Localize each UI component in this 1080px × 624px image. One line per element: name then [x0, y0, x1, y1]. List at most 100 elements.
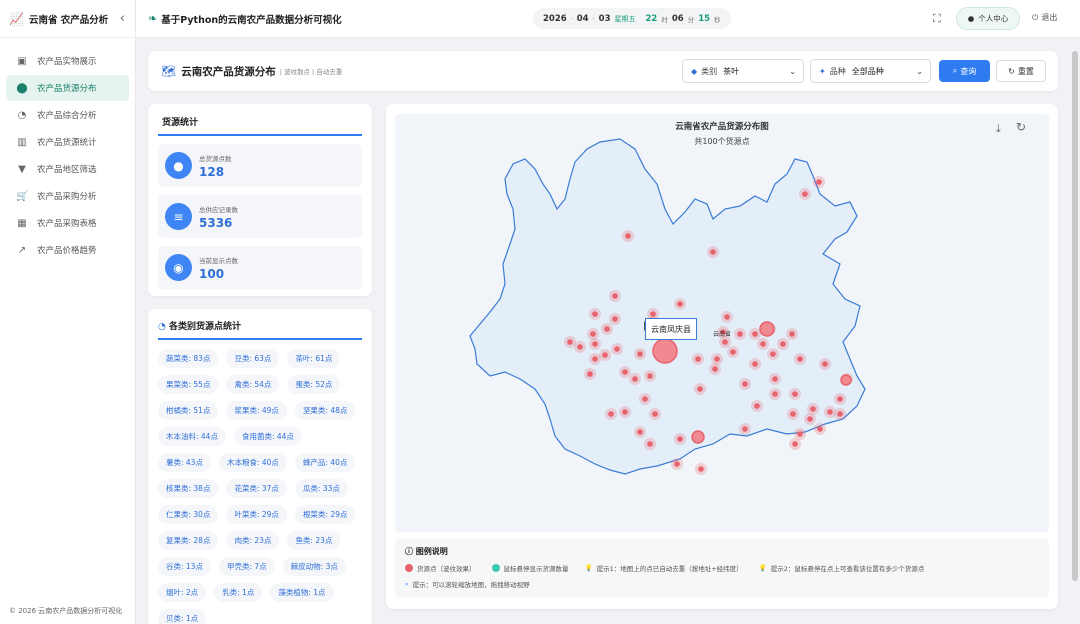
source-point[interactable]	[677, 301, 683, 307]
category-tag[interactable]: 肉类: 23点	[226, 531, 280, 550]
category-tag[interactable]: 柑橘类: 51点	[158, 401, 219, 420]
source-point[interactable]	[837, 411, 843, 417]
source-point[interactable]	[772, 376, 778, 382]
source-point[interactable]	[697, 386, 703, 392]
category-tag[interactable]: 浆果类: 49点	[226, 401, 287, 420]
reset-button[interactable]: ↻ 重置	[996, 60, 1046, 82]
sidebar-item[interactable]: ▼ 农产品地区筛选	[6, 156, 129, 182]
source-point[interactable]	[674, 461, 680, 467]
source-point[interactable]	[652, 411, 658, 417]
sidebar-item[interactable]: 🛒 农产品采购分析	[6, 183, 129, 209]
category-tag[interactable]: 藻类植物: 1点	[270, 583, 334, 602]
source-point[interactable]	[780, 341, 786, 347]
logout-button[interactable]: ⏻ 退出	[1032, 12, 1057, 23]
source-point[interactable]	[760, 341, 766, 347]
collapse-icon[interactable]: ‹	[120, 11, 125, 26]
source-point[interactable]	[622, 409, 628, 415]
source-point[interactable]	[650, 311, 656, 317]
category-tag[interactable]: 仁果类: 30点	[158, 505, 219, 524]
category-tag[interactable]: 叶菜类: 29点	[226, 505, 287, 524]
source-point[interactable]	[810, 406, 816, 412]
source-point[interactable]	[752, 361, 758, 367]
category-tag[interactable]: 茶叶: 61点	[287, 349, 341, 368]
sidebar-item[interactable]: ⬤ 农产品货源分布	[6, 75, 129, 101]
refresh-icon[interactable]: ↻	[1016, 120, 1026, 134]
source-point[interactable]	[802, 191, 808, 197]
category-tag[interactable]: 木本粮食: 40点	[218, 453, 287, 472]
scrollbar[interactable]	[1072, 51, 1078, 581]
source-point[interactable]	[698, 466, 704, 472]
source-point[interactable]	[695, 356, 701, 362]
query-button[interactable]: ⌕ 查询	[939, 60, 990, 82]
source-point[interactable]	[712, 366, 718, 372]
source-point[interactable]	[714, 356, 720, 362]
category-tag[interactable]: 蔬菜类: 83点	[158, 349, 219, 368]
source-point[interactable]	[608, 411, 614, 417]
source-point[interactable]	[632, 376, 638, 382]
source-point[interactable]	[604, 326, 610, 332]
variety-select[interactable]: ✦ 品种 全部品种 ⌄	[810, 59, 931, 83]
source-point[interactable]	[792, 441, 798, 447]
source-point[interactable]	[722, 339, 728, 345]
category-tag[interactable]: 复果类: 28点	[158, 531, 219, 550]
source-point[interactable]	[590, 331, 596, 337]
source-point[interactable]	[710, 249, 716, 255]
source-point[interactable]	[612, 293, 618, 299]
source-point[interactable]	[637, 429, 643, 435]
source-point[interactable]	[577, 344, 583, 350]
source-point[interactable]	[817, 426, 823, 432]
source-point[interactable]	[837, 396, 843, 402]
category-tag[interactable]: 坚果类: 48点	[294, 401, 356, 420]
source-point[interactable]	[614, 346, 620, 352]
map-area[interactable]: 31个货源云南省 云南省农产品货源分布图 共100个货源点 ⤓ ↻ 云南凤庆县	[395, 114, 1049, 532]
source-point[interactable]	[677, 436, 683, 442]
source-point[interactable]	[742, 426, 748, 432]
category-tag[interactable]: 蜂产品: 40点	[294, 453, 356, 472]
category-tag[interactable]: 蛋类: 52点	[287, 375, 341, 394]
source-point[interactable]	[587, 371, 593, 377]
category-tag[interactable]: 鱼类: 23点	[287, 531, 341, 550]
category-tag[interactable]: 根菜类: 29点	[294, 505, 356, 524]
sidebar-item[interactable]: ◔ 农产品综合分析	[6, 102, 129, 128]
source-point[interactable]	[789, 331, 795, 337]
sidebar-item[interactable]: ▣ 农产品实物展示	[6, 48, 129, 74]
download-icon[interactable]: ⤓	[996, 122, 1001, 136]
category-tag[interactable]: 贝类: 1点	[158, 609, 207, 624]
source-point[interactable]	[827, 409, 833, 415]
source-point[interactable]	[816, 179, 822, 185]
source-point[interactable]	[742, 381, 748, 387]
source-point[interactable]	[797, 431, 803, 437]
source-cluster[interactable]	[759, 321, 775, 337]
source-point[interactable]	[807, 416, 813, 422]
source-point[interactable]	[772, 391, 778, 397]
fullscreen-icon[interactable]: ⛶	[933, 12, 941, 26]
category-tag[interactable]: 乳类: 1点	[214, 583, 263, 602]
source-point[interactable]	[592, 356, 598, 362]
source-point[interactable]	[647, 373, 653, 379]
source-point[interactable]	[642, 396, 648, 402]
category-tag[interactable]: 食用菌类: 44点	[233, 427, 302, 446]
category-tag[interactable]: 谷类: 13点	[158, 557, 211, 576]
sidebar-item[interactable]: ↗ 农产品价格趋势	[6, 237, 129, 263]
sidebar-item[interactable]: ▥ 农产品货源统计	[6, 129, 129, 155]
category-tag[interactable]: 薯类: 43点	[158, 453, 211, 472]
source-point[interactable]	[602, 352, 608, 358]
source-point[interactable]	[625, 233, 631, 239]
category-tag[interactable]: 核果类: 38点	[158, 479, 219, 498]
sidebar-item[interactable]: ▦ 农产品采购表格	[6, 210, 129, 236]
source-point[interactable]	[797, 356, 803, 362]
source-cluster[interactable]	[652, 338, 678, 364]
category-tag[interactable]: 瓜类: 33点	[294, 479, 348, 498]
source-point[interactable]	[592, 341, 598, 347]
source-point[interactable]	[752, 331, 758, 337]
source-point[interactable]	[612, 316, 618, 322]
source-point[interactable]	[737, 331, 743, 337]
source-cluster[interactable]	[691, 430, 705, 444]
category-tag[interactable]: 甲壳类: 7点	[218, 557, 275, 576]
source-point[interactable]	[792, 391, 798, 397]
source-point[interactable]	[790, 411, 796, 417]
source-point[interactable]	[724, 314, 730, 320]
category-select[interactable]: ◆ 类别 茶叶 ⌄	[682, 59, 804, 83]
source-point[interactable]	[567, 339, 573, 345]
source-point[interactable]	[730, 349, 736, 355]
